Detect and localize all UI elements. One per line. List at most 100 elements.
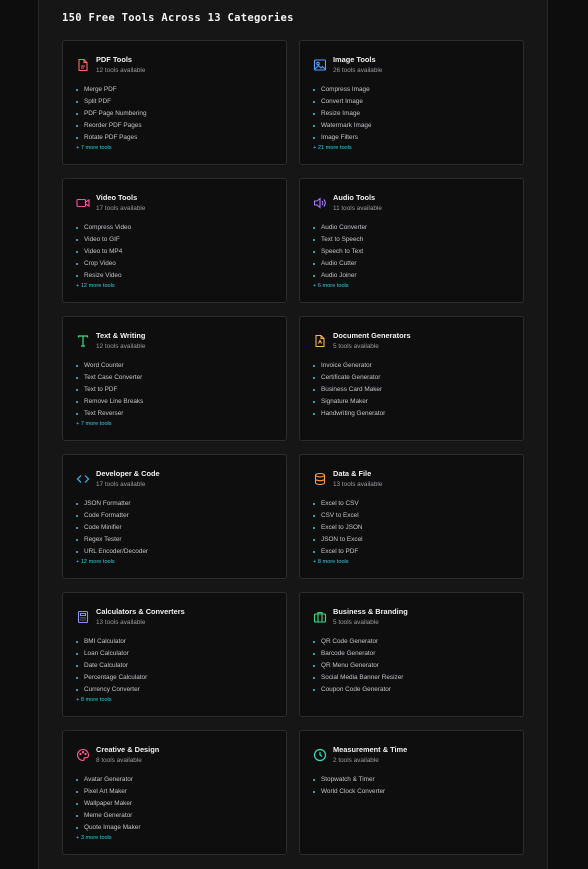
tool-link[interactable]: Excel to JSON <box>313 522 363 534</box>
tool-link[interactable]: Remove Line Breaks <box>76 396 143 408</box>
more-tools-link[interactable]: + 6 more tools <box>313 283 349 289</box>
tool-link[interactable]: Reorder PDF Pages <box>76 120 147 132</box>
tool-link[interactable]: Regex Tester <box>76 534 148 546</box>
tool-link[interactable]: Word Counter <box>76 360 143 372</box>
tool-link[interactable]: Coupon Code Generator <box>313 684 403 696</box>
category-card-creative-design[interactable]: Creative & Design 8 tools available Avatar… <box>62 730 287 855</box>
tool-link[interactable]: Audio Converter <box>313 222 367 234</box>
more-tools-link[interactable]: + 8 more tools <box>313 559 349 565</box>
tool-link[interactable]: Video to MP4 <box>76 246 131 258</box>
bullet-dot <box>313 113 315 115</box>
more-tools-link[interactable]: + 7 more tools <box>76 145 112 151</box>
tool-link[interactable]: Stopwatch & Timer <box>313 774 385 786</box>
category-card-text-writing[interactable]: Text & Writing 12 tools available Word Cou… <box>62 316 287 441</box>
tool-link[interactable]: Compress Video <box>76 222 131 234</box>
tool-link[interactable]: Audio Joiner <box>313 270 367 282</box>
tool-link[interactable]: Speech to Text <box>313 246 367 258</box>
more-tools-link[interactable]: + 7 more tools <box>76 421 112 427</box>
tool-link[interactable]: Split PDF <box>76 96 147 108</box>
tool-link[interactable]: URL Encoder/Decoder <box>76 546 148 558</box>
tool-link[interactable]: BMI Calculator <box>76 636 147 648</box>
tool-link[interactable]: Text Case Converter <box>76 372 143 384</box>
more-tools-link[interactable]: + 12 more tools <box>76 559 115 565</box>
category-card-image-tools[interactable]: Image Tools 26 tools available Compress Im… <box>299 40 524 165</box>
tool-label: Rotate PDF Pages <box>84 134 138 141</box>
bullet-dot <box>76 275 78 277</box>
category-title[interactable]: Audio Tools <box>333 193 375 202</box>
tool-link[interactable]: Percentage Calculator <box>76 672 147 684</box>
tool-link[interactable]: Currency Converter <box>76 684 147 696</box>
category-title[interactable]: Measurement & Time <box>333 745 407 754</box>
more-tools-link[interactable]: + 12 more tools <box>76 283 115 289</box>
category-title[interactable]: Calculators & Converters <box>96 607 185 616</box>
bullet-dot <box>76 641 78 643</box>
tool-link[interactable]: Business Card Maker <box>313 384 385 396</box>
tool-link[interactable]: Avatar Generator <box>76 774 140 786</box>
category-card-video-tools[interactable]: Video Tools 17 tools available Compress Vi… <box>62 178 287 303</box>
tool-link[interactable]: Crop Video <box>76 258 131 270</box>
tool-link[interactable]: Resize Video <box>76 270 131 282</box>
category-title[interactable]: PDF Tools <box>96 55 132 64</box>
category-title[interactable]: Creative & Design <box>96 745 159 754</box>
category-card-developer-code[interactable]: Developer & Code 17 tools available JSON F… <box>62 454 287 579</box>
tool-link[interactable]: Compress Image <box>313 84 372 96</box>
tool-link[interactable]: Excel to PDF <box>313 546 363 558</box>
more-tools-link[interactable]: + 8 more tools <box>76 697 112 703</box>
category-title[interactable]: Text & Writing <box>96 331 145 340</box>
tool-link[interactable]: Excel to CSV <box>313 498 363 510</box>
tool-link[interactable]: Convert Image <box>313 96 372 108</box>
category-title[interactable]: Document Generators <box>333 331 411 340</box>
tool-list: Excel to CSV CSV to Excel Excel to JSON JSO… <box>313 498 363 558</box>
category-card-measurement-time[interactable]: Measurement & Time 2 tools available Stopw… <box>299 730 524 855</box>
tool-link[interactable]: Code Formatter <box>76 510 148 522</box>
tool-link[interactable]: Merge PDF <box>76 84 147 96</box>
tool-link[interactable]: Invoice Generator <box>313 360 385 372</box>
category-title[interactable]: Business & Branding <box>333 607 408 616</box>
more-tools-link[interactable]: + 3 more tools <box>76 835 112 841</box>
tool-link[interactable]: Signature Maker <box>313 396 385 408</box>
tool-count: 12 tools available <box>96 67 146 74</box>
bullet-dot <box>313 401 315 403</box>
tool-link[interactable]: CSV to Excel <box>313 510 363 522</box>
tool-link[interactable]: JSON Formatter <box>76 498 148 510</box>
tool-link[interactable]: Rotate PDF Pages <box>76 132 147 144</box>
category-title[interactable]: Data & File <box>333 469 371 478</box>
tool-link[interactable]: Loan Calculator <box>76 648 147 660</box>
tool-link[interactable]: Image Filters <box>313 132 372 144</box>
category-card-pdf-tools[interactable]: PDF Tools 12 tools available Merge PDF Spli… <box>62 40 287 165</box>
category-card-audio-tools[interactable]: Audio Tools 11 tools available Audio Conve… <box>299 178 524 303</box>
tool-link[interactable]: World Clock Converter <box>313 786 385 798</box>
tool-link[interactable]: Text to Speech <box>313 234 367 246</box>
category-title[interactable]: Developer & Code <box>96 469 160 478</box>
tool-link[interactable]: Video to GIF <box>76 234 131 246</box>
tool-link[interactable]: Pixel Art Maker <box>76 786 140 798</box>
tool-link[interactable]: Resize Image <box>313 108 372 120</box>
tool-link[interactable]: Text Reverser <box>76 408 143 420</box>
tool-link[interactable]: Text to PDF <box>76 384 143 396</box>
tool-link[interactable]: QR Menu Generator <box>313 660 403 672</box>
bullet-dot <box>76 527 78 529</box>
tool-link[interactable]: Handwriting Generator <box>313 408 385 420</box>
category-title[interactable]: Video Tools <box>96 193 137 202</box>
tool-link[interactable]: Code Minifier <box>76 522 148 534</box>
tool-link[interactable]: Date Calculator <box>76 660 147 672</box>
tool-link[interactable]: Quote Image Maker <box>76 822 140 834</box>
category-card-business-branding[interactable]: Business & Branding 5 tools available QR C… <box>299 592 524 717</box>
category-card-calculators-converters[interactable]: Calculators & Converters 13 tools availab… <box>62 592 287 717</box>
tool-link[interactable]: Watermark Image <box>313 120 372 132</box>
bullet-dot <box>76 389 78 391</box>
tool-link[interactable]: PDF Page Numbering <box>76 108 147 120</box>
category-card-data-file[interactable]: Data & File 13 tools available Excel to CS… <box>299 454 524 579</box>
more-tools-link[interactable]: + 21 more tools <box>313 145 352 151</box>
tool-link[interactable]: Certificate Generator <box>313 372 385 384</box>
tool-link[interactable]: QR Code Generator <box>313 636 403 648</box>
category-card-document-generators[interactable]: Document Generators 5 tools available Invo… <box>299 316 524 441</box>
tool-link[interactable]: Meme Generator <box>76 810 140 822</box>
tool-link[interactable]: Wallpaper Maker <box>76 798 140 810</box>
category-title[interactable]: Image Tools <box>333 55 376 64</box>
tool-label: PDF Page Numbering <box>84 110 147 117</box>
tool-link[interactable]: Audio Cutter <box>313 258 367 270</box>
tool-link[interactable]: Social Media Banner Resizer <box>313 672 403 684</box>
tool-link[interactable]: Barcode Generator <box>313 648 403 660</box>
tool-link[interactable]: JSON to Excel <box>313 534 363 546</box>
